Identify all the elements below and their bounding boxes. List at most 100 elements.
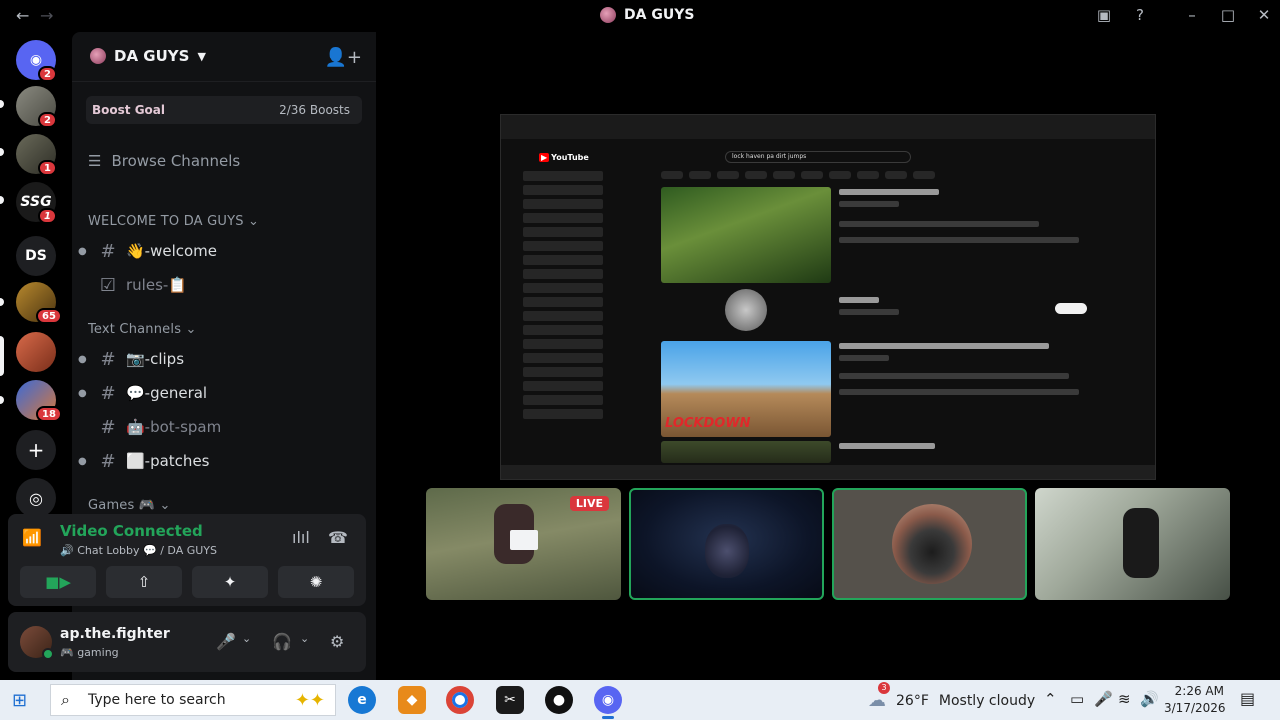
channel-meta-line	[839, 309, 899, 315]
windows-start-icon[interactable]: ⊞	[12, 690, 27, 711]
server-icon-ds[interactable]: DS	[16, 236, 56, 276]
discover-icon[interactable]: ◎	[16, 478, 56, 518]
channel-name: 👋-welcome	[126, 242, 218, 260]
video-tile-stream[interactable]: LIVE	[426, 488, 621, 600]
microphone-icon[interactable]: 🎤	[1094, 690, 1113, 708]
category-welcome[interactable]: WELCOME TO DA GUYS ⌄	[88, 214, 259, 229]
video-title-line	[839, 443, 935, 449]
disconnect-icon[interactable]: ☎	[328, 528, 348, 547]
soundboard-icon: ✺	[309, 573, 323, 591]
weather-temp: 26°F	[896, 692, 929, 709]
video-tile-participant[interactable]	[1035, 488, 1230, 600]
channel-name: 📷-clips	[126, 350, 185, 368]
server-icon-da-guys[interactable]	[16, 332, 56, 372]
guild-icon	[90, 48, 106, 64]
category-label: WELCOME TO DA GUYS	[88, 214, 244, 229]
video-stage: ▶ YouTube lock haven pa dirt jumps LOCKDO…	[376, 32, 1280, 680]
participant-video	[1123, 508, 1159, 578]
channel-clips[interactable]: ● # 📷-clips	[78, 344, 370, 374]
forward-arrow-icon[interactable]: →	[40, 6, 53, 25]
maximize-icon[interactable]: □	[1218, 6, 1238, 24]
minimize-icon[interactable]: –	[1182, 6, 1202, 24]
settings-gear-icon[interactable]: ⚙	[330, 632, 344, 651]
add-server-icon[interactable]: +	[16, 430, 56, 470]
volume-icon[interactable]: 🔊	[1140, 690, 1159, 708]
soundboard-button[interactable]: ✺	[278, 566, 354, 598]
voice-location[interactable]: 🔊 Chat Lobby 💬 / DA GUYS	[60, 544, 217, 557]
channel-name: rules-📋	[126, 276, 187, 294]
server-icon-gifts[interactable]: 65	[16, 282, 62, 324]
fl-studio-icon[interactable]: ◆	[398, 686, 426, 714]
guild-icon	[600, 7, 616, 23]
invite-icon[interactable]: 👤+	[325, 47, 363, 68]
category-text-channels[interactable]: Text Channels ⌄	[88, 322, 197, 337]
unread-badge: 2	[38, 66, 57, 82]
screen-share-button[interactable]: ⇧	[106, 566, 182, 598]
notification-icon[interactable]: ▤	[1240, 689, 1255, 708]
server-pill	[0, 196, 4, 204]
unread-dot-icon: ●	[78, 245, 87, 257]
boost-goal[interactable]: Boost Goal 2/36 Boosts	[86, 96, 362, 124]
chrome-icon[interactable]	[446, 686, 474, 714]
activities-button[interactable]: ✦	[192, 566, 268, 598]
clock[interactable]: 2:26 AM 3/17/2026	[1164, 683, 1226, 717]
dm-avatar-2[interactable]: 1	[16, 134, 57, 176]
channel-patches[interactable]: ● # ⬜-patches	[78, 446, 370, 476]
weather-widget[interactable]: ☁ 3 26°F Mostly cloudy	[868, 682, 1035, 711]
discord-taskbar-icon[interactable]: ◉	[594, 686, 622, 719]
video-tile-participant[interactable]	[629, 488, 824, 600]
close-icon[interactable]: ✕	[1254, 6, 1274, 24]
channel-name: 🤖-bot-spam	[126, 418, 222, 436]
back-arrow-icon[interactable]: ←	[16, 6, 29, 25]
title-bar: ← → DA GUYS ▣ ? – □ ✕	[0, 0, 1280, 32]
dm-avatar-1[interactable]: 2	[16, 86, 57, 128]
clock-date: 3/17/2026	[1164, 701, 1226, 715]
channel-avatar	[725, 289, 767, 331]
channel-general[interactable]: ● # 💬-general	[78, 378, 370, 408]
device-icon[interactable]: ▭	[1070, 690, 1084, 708]
subscribe-button	[1055, 303, 1087, 314]
inbox-icon[interactable]: ▣	[1094, 6, 1114, 24]
recording-app-icon[interactable]: ●	[545, 686, 573, 714]
unread-badge: 1	[38, 208, 57, 224]
guild-name[interactable]: DA GUYS ▼	[90, 47, 206, 65]
server-pill	[0, 100, 4, 108]
edge-icon[interactable]: e	[348, 686, 376, 714]
category-games[interactable]: Games 🎮 ⌄	[88, 498, 171, 513]
weather-badge: 3	[878, 682, 890, 694]
camera-button[interactable]: ■▶	[20, 566, 96, 598]
microphone-icon[interactable]: 🎤	[216, 632, 236, 651]
participant-avatar	[892, 504, 972, 584]
channel-bot-spam[interactable]: # 🤖-bot-spam	[78, 412, 370, 442]
chevron-down-icon[interactable]: ⌄	[300, 632, 309, 645]
discord-home-icon[interactable]: ◉ 2	[16, 40, 57, 82]
wifi-icon[interactable]: ≋	[1118, 690, 1131, 708]
server-icon-ssg[interactable]: SSG 1	[16, 182, 57, 224]
capcut-icon[interactable]: ✂	[496, 686, 524, 714]
browse-channels[interactable]: ☰ Browse Channels	[88, 152, 240, 170]
username[interactable]: ap.the.fighter	[60, 626, 170, 642]
video-tile-participant[interactable]	[832, 488, 1027, 600]
chevron-up-icon[interactable]: ⌃	[1044, 690, 1057, 708]
video-meta-line	[839, 201, 899, 207]
selected-server-pill	[0, 336, 4, 376]
noise-suppression-icon[interactable]: ılıl	[292, 528, 310, 547]
category-label: Text Channels	[88, 322, 182, 337]
taskbar-search[interactable]: ⌕ Type here to search ✦✦	[50, 684, 336, 716]
headphones-icon[interactable]: 🎧	[272, 632, 292, 651]
search-placeholder: Type here to search	[87, 692, 226, 708]
boost-label: Boost Goal	[92, 103, 165, 117]
channel-rules[interactable]: ☑ rules-📋	[78, 270, 370, 300]
category-label: Games 🎮	[88, 498, 156, 513]
video-thumbnail	[661, 441, 831, 463]
guild-header[interactable]: DA GUYS ▼ 👤+	[72, 32, 376, 82]
screen-share-stream[interactable]: ▶ YouTube lock haven pa dirt jumps LOCKDO…	[500, 114, 1156, 480]
channel-welcome[interactable]: ● # 👋-welcome	[78, 236, 370, 266]
avatar[interactable]	[20, 626, 54, 660]
signal-icon[interactable]: 📶	[22, 528, 42, 547]
help-icon[interactable]: ?	[1130, 6, 1150, 24]
screen-share-icon	[510, 530, 538, 550]
server-icon-voice[interactable]: 18	[16, 380, 62, 422]
server-initials: DS	[25, 248, 47, 264]
chevron-down-icon[interactable]: ⌄	[242, 632, 251, 645]
